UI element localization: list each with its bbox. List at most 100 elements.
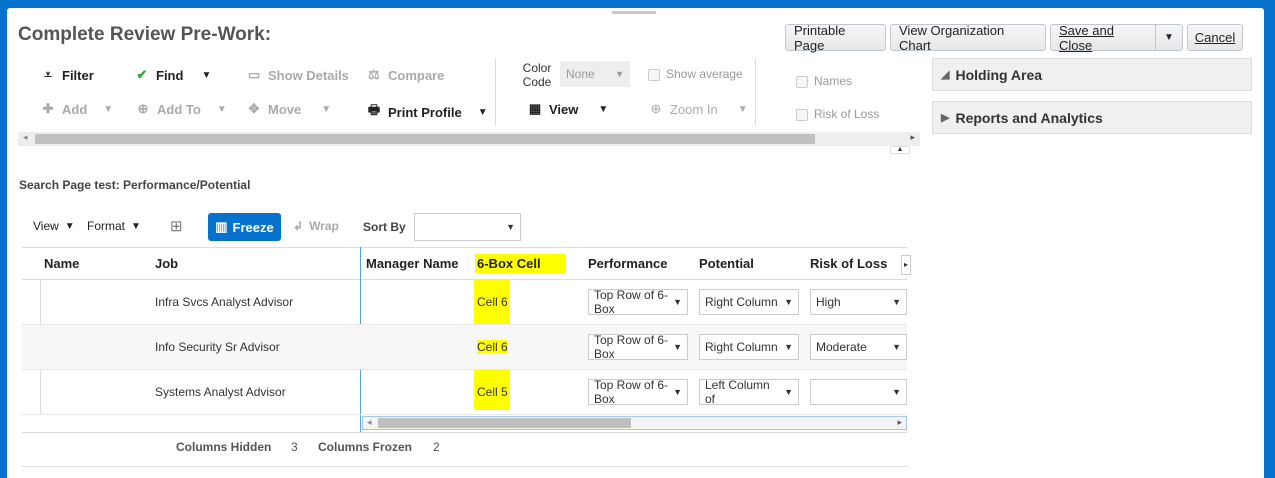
chevron-down-icon: ▼ (103, 103, 114, 115)
scrollbar-thumb[interactable] (35, 134, 815, 144)
wrap-button[interactable]: ↲ Wrap (293, 219, 339, 233)
find-button[interactable]: ✔ Find ▼ (134, 67, 212, 83)
table-header: Name Job Manager Name 6-Box Cell Perform… (22, 247, 907, 280)
chevron-down-icon: ▼ (784, 387, 793, 397)
columns-hidden-label: Columns Hidden (176, 440, 272, 454)
table-row[interactable]: Info Security Sr Advisor Cell 6 Top Row … (22, 325, 907, 370)
potential-select[interactable]: Right Column ▼ (699, 334, 799, 360)
checkbox-icon (796, 75, 808, 88)
wrap-icon: ↲ (293, 219, 304, 233)
chevron-down-icon: ▼ (673, 342, 682, 352)
zoom-in-icon: ⊕ (650, 101, 662, 116)
collapse-toolbar-icon[interactable]: ▲ (890, 146, 910, 154)
search-title: Search Page test: Performance/Potential (19, 178, 251, 192)
cell-job: Systems Analyst Advisor (155, 385, 286, 399)
print-profile-label: Print Profile (388, 104, 462, 120)
names-label: Names (814, 74, 853, 88)
sort-by-select[interactable]: ▼ (414, 213, 521, 241)
add-to-icon: ⊕ (137, 101, 149, 116)
save-menu-chevron-icon[interactable]: ▼ (1155, 24, 1183, 51)
cell-job: Info Security Sr Advisor (155, 340, 280, 354)
col-manager[interactable]: Manager Name (366, 256, 458, 271)
performance-value: Top Row of 6-Box (594, 334, 669, 360)
show-average-label: Show average (666, 67, 743, 81)
freeze-label: Freeze (232, 219, 274, 235)
toolbar-scrollbar[interactable]: ◂ ▸ (18, 132, 920, 146)
table-row[interactable]: Infra Svcs Analyst Advisor Cell 6 Top Ro… (22, 280, 907, 325)
table-row[interactable]: Systems Analyst Advisor Cell 5 Top Row o… (22, 370, 907, 415)
find-label: Find (156, 67, 184, 83)
color-code-select[interactable]: None ▼ (560, 61, 630, 87)
col-potential[interactable]: Potential (699, 256, 754, 271)
divider (495, 58, 496, 126)
color-code-value: None (566, 67, 595, 81)
chevron-down-icon: ▼ (737, 103, 748, 115)
expand-columns-icon[interactable]: ▸ (901, 255, 911, 275)
save-and-close-button[interactable]: Save and Close (1050, 23, 1156, 53)
risk-of-loss-checkbox[interactable]: Risk of Loss (796, 107, 879, 121)
chevron-down-icon: ▼ (892, 297, 901, 307)
chevron-down-icon: ▼ (477, 106, 488, 118)
filter-button[interactable]: ⩡ Filter (40, 67, 93, 83)
freeze-button[interactable]: ▥ Freeze (208, 213, 281, 241)
columns-frozen-label: Columns Frozen (318, 440, 413, 454)
find-icon: ✔ (136, 67, 148, 82)
divider (22, 432, 907, 433)
details-icon: ▭ (247, 67, 261, 82)
chevron-down-icon: ▼ (131, 220, 141, 232)
columns-hidden-value: 3 (291, 440, 298, 454)
risk-select[interactable]: High ▼ (810, 289, 907, 315)
show-details-button[interactable]: ▭ Show Details (246, 67, 349, 83)
printable-page-button[interactable]: Printable Page (785, 23, 886, 53)
risk-select[interactable]: Moderate ▼ (810, 334, 907, 360)
chevron-down-icon: ▼ (673, 387, 682, 397)
add-button[interactable]: ✚ Add ▼ (40, 101, 114, 117)
chevron-down-icon: ▼ (892, 387, 901, 397)
add-to-button[interactable]: ⊕ Add To ▼ (135, 101, 227, 117)
reports-analytics-header[interactable]: ▶ Reports and Analytics (932, 101, 1252, 134)
move-button[interactable]: ✥ Move ▼ (246, 101, 332, 117)
performance-select[interactable]: Top Row of 6-Box ▼ (588, 289, 688, 315)
chevron-down-icon: ▼ (506, 222, 515, 232)
compare-label: Compare (388, 67, 445, 83)
chevron-down-icon: ▼ (673, 297, 682, 307)
show-details-label: Show Details (268, 67, 349, 83)
table-scrollbar[interactable]: ◂ ▸ (362, 416, 907, 430)
sort-by-label: Sort By (363, 220, 406, 234)
filter-icon: ⩡ (44, 67, 52, 82)
show-average-checkbox[interactable]: Show average (648, 67, 743, 81)
move-icon: ✥ (248, 101, 260, 116)
chevron-down-icon: ▼ (615, 69, 624, 79)
detach-table-icon[interactable]: ⊞ (170, 217, 183, 235)
potential-value: Left Column of (705, 379, 770, 405)
col-6box-cell[interactable]: 6-Box Cell (475, 254, 566, 273)
col-job[interactable]: Job (155, 256, 178, 271)
add-to-label: Add To (157, 101, 201, 117)
view-menu[interactable]: View ▼ (33, 219, 75, 233)
chevron-down-icon: ▼ (64, 220, 75, 232)
drag-handle[interactable] (612, 11, 656, 14)
potential-select[interactable]: Right Column ▼ (699, 289, 799, 315)
compare-button[interactable]: ⚖ Compare (366, 67, 444, 83)
zoom-in-button[interactable]: ⊕ Zoom In ▼ (648, 101, 748, 117)
risk-select[interactable]: ▼ (810, 379, 907, 405)
performance-value: Top Row of 6-Box (594, 289, 669, 315)
col-performance[interactable]: Performance (588, 256, 667, 271)
col-name[interactable]: Name (44, 256, 79, 271)
holding-area-header[interactable]: ◢ Holding Area (932, 58, 1252, 91)
view-org-chart-button[interactable]: View Organization Chart (890, 23, 1046, 53)
names-checkbox[interactable]: Names (796, 74, 852, 88)
wrap-label: Wrap (309, 219, 339, 233)
print-profile-button[interactable]: 🖶 Print Profile ▼ (366, 101, 488, 123)
performance-select[interactable]: Top Row of 6-Box ▼ (588, 379, 688, 405)
view-button[interactable]: ▦ View ▼ (527, 101, 608, 117)
potential-select[interactable]: Left Column of ▼ (699, 379, 799, 405)
performance-select[interactable]: Top Row of 6-Box ▼ (588, 334, 688, 360)
potential-value: Right Column (705, 340, 778, 354)
col-risk[interactable]: Risk of Loss (810, 256, 887, 271)
chevron-down-icon: ▼ (201, 69, 212, 81)
view-menu-label: View (33, 219, 59, 233)
cancel-button[interactable]: Cancel (1187, 24, 1243, 51)
scrollbar-thumb[interactable] (378, 418, 631, 428)
format-menu[interactable]: Format ▼ (87, 219, 141, 233)
